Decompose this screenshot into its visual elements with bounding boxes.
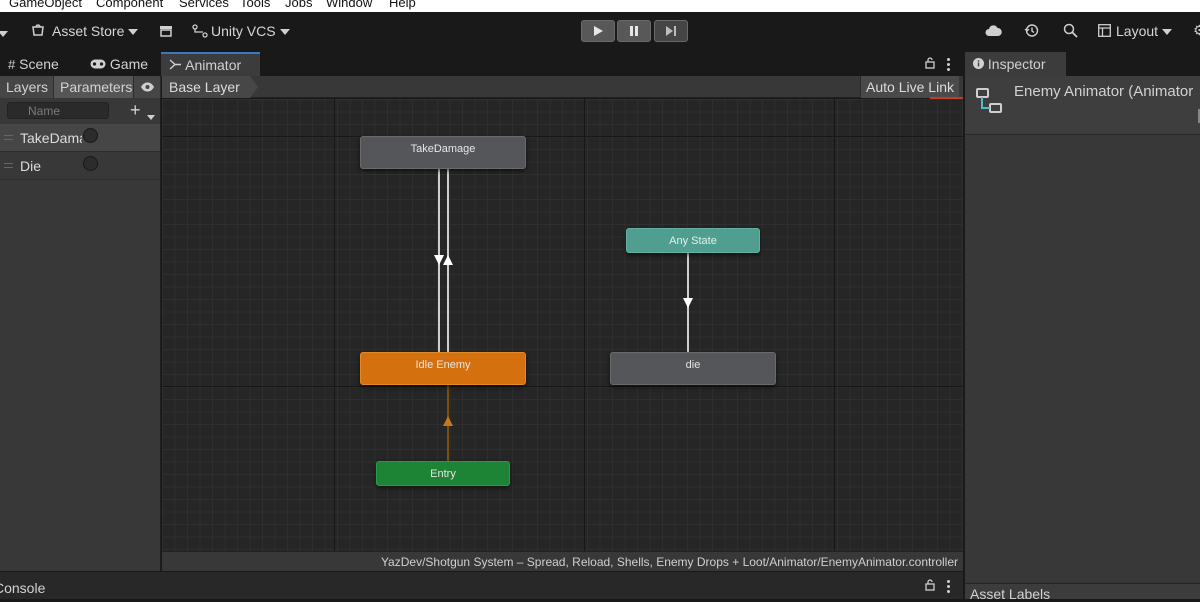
more-options-icon[interactable] [947, 580, 950, 595]
asset-store-label: Asset Store [52, 23, 125, 39]
parameters-panel: Layers Parameters Name + TakeDamage Die [0, 76, 161, 571]
tab-inspector-label: Inspector [987, 56, 1046, 72]
asset-labels-title: Asset Labels [970, 586, 1051, 602]
graph-footer: YazDev/Shotgun System – Spread, Reload, … [162, 551, 963, 571]
menu-component[interactable]: Component [96, 0, 163, 10]
drag-handle-icon[interactable] [4, 135, 13, 140]
layers-tab[interactable]: Layers [0, 76, 54, 98]
package-icon[interactable] [159, 24, 173, 41]
state-machine-graph[interactable]: TakeDamage Idle Enemy Entry Any State di… [162, 99, 963, 551]
tab-scene[interactable]: # Scene [0, 52, 67, 76]
trigger-toggle[interactable] [83, 156, 98, 171]
lock-icon[interactable] [925, 57, 935, 72]
console-tab-bar: Console [0, 571, 963, 599]
state-any-state[interactable]: Any State [626, 228, 760, 253]
layout-icon [1098, 24, 1111, 40]
menu-help[interactable]: Help [389, 0, 416, 10]
asset-store-button[interactable]: Asset Store [52, 23, 139, 39]
parameter-name[interactable]: TakeDamage [20, 130, 82, 146]
inspector-header: Enemy Animator (Animator [965, 76, 1200, 135]
chevron-down-icon [1162, 29, 1173, 36]
add-parameter-button[interactable]: + [130, 100, 141, 121]
version-control-icon [192, 24, 208, 41]
settings-icon[interactable]: ⚙ [1193, 22, 1200, 39]
menu-services[interactable]: Services [179, 0, 229, 10]
step-button[interactable] [654, 20, 688, 42]
graph-header: Base Layer Auto Live Link [162, 76, 963, 100]
transition-arrows [434, 169, 693, 461]
inspector-title: Enemy Animator (Animator [1014, 83, 1194, 100]
layout-dropdown[interactable]: Layout [1116, 23, 1173, 39]
tab-game[interactable]: Game [82, 52, 156, 76]
asset-store-icon [31, 23, 45, 40]
controller-path: YazDev/Shotgun System – Spread, Reload, … [380, 555, 958, 569]
breadcrumb[interactable]: Base Layer [162, 76, 258, 98]
play-icon [594, 26, 603, 36]
menu-jobs[interactable]: Jobs [285, 0, 312, 10]
search-icon[interactable] [1063, 23, 1078, 41]
pause-icon [630, 26, 638, 36]
scene-grid-icon: # [8, 57, 16, 72]
chevron-down-icon [128, 29, 139, 36]
parameters-tab[interactable]: Parameters [54, 76, 134, 98]
arrow-up-icon [443, 416, 453, 426]
auto-live-link-button[interactable]: Auto Live Link [860, 76, 959, 98]
visibility-toggle[interactable] [134, 76, 161, 98]
pause-button[interactable] [617, 20, 651, 42]
inspector-dock-tabs: Inspector [965, 52, 1200, 76]
parameter-row-die[interactable]: Die [0, 152, 160, 180]
eye-icon [141, 82, 154, 92]
drag-handle-icon[interactable] [4, 163, 13, 168]
tab-console[interactable]: Console [0, 580, 45, 596]
animator-icon [169, 57, 185, 73]
cloud-icon[interactable] [985, 24, 1002, 40]
state-die[interactable]: die [610, 352, 776, 385]
step-icon [666, 26, 676, 36]
tab-scene-label: Scene [19, 56, 59, 72]
tab-game-label: Game [109, 56, 149, 72]
trigger-toggle[interactable] [83, 128, 98, 143]
unity-vcs-label: Unity VCS [211, 23, 276, 39]
arrow-up-icon [443, 255, 453, 265]
tab-animator-label: Animator [185, 57, 242, 73]
parameter-name[interactable]: Die [20, 158, 82, 174]
menu-bar: GameObject Component Services Tools Jobs… [0, 0, 1200, 12]
layout-label: Layout [1116, 23, 1159, 39]
gamepad-icon [90, 56, 110, 72]
more-options-icon[interactable] [947, 58, 950, 73]
menu-window[interactable]: Window [326, 0, 372, 10]
asset-labels-section[interactable]: Asset Labels [965, 583, 1200, 602]
state-idle-enemy[interactable]: Idle Enemy [360, 352, 526, 385]
tab-animator[interactable]: Animator [161, 52, 260, 76]
state-entry[interactable]: Entry [376, 461, 510, 486]
unity-vcs-button[interactable]: Unity VCS [211, 23, 290, 39]
state-takedamage[interactable]: TakeDamage [360, 136, 526, 169]
animator-controller-icon [975, 87, 1003, 118]
parameter-search-input[interactable]: Name [7, 102, 109, 119]
animator-dock-tabs: # Scene Game Animator [0, 52, 963, 76]
chevron-down-icon [279, 29, 290, 36]
menu-tools[interactable]: Tools [240, 0, 270, 10]
arrow-down-icon [434, 255, 444, 265]
tab-inspector[interactable]: Inspector [965, 52, 1066, 76]
history-icon[interactable] [1024, 23, 1039, 41]
play-button[interactable] [581, 20, 615, 42]
account-dropdown-caret-icon[interactable] [0, 25, 8, 41]
parameter-row-takedamage[interactable]: TakeDamage [0, 124, 160, 152]
main-toolbar: Asset Store Unity VCS Layout ⚙ [0, 12, 1200, 52]
lock-icon[interactable] [925, 579, 935, 594]
inspector-panel: Enemy Animator (Animator Asset Labels [965, 76, 1200, 602]
info-icon [973, 56, 988, 72]
arrow-down-icon [683, 298, 693, 308]
chevron-down-icon[interactable] [147, 109, 155, 124]
menu-gameobject[interactable]: GameObject [9, 0, 82, 10]
